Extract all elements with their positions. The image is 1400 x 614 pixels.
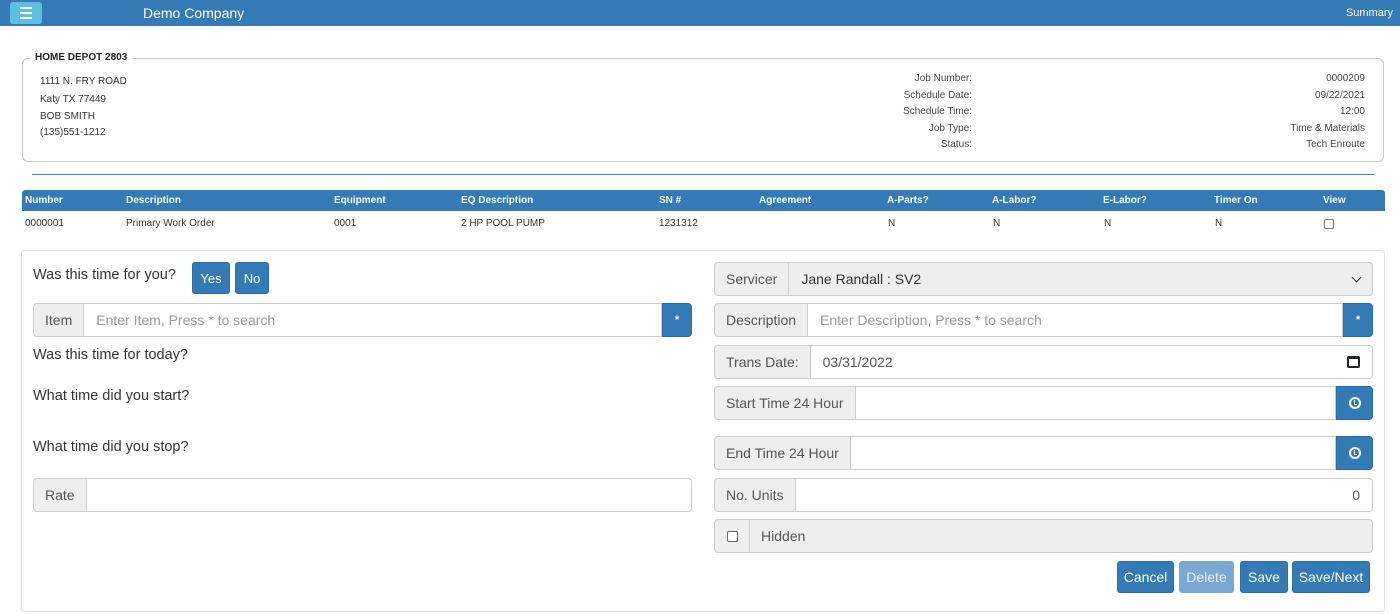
hidden-input-group: Hidden	[714, 519, 1373, 553]
schedule-date-value: 09/22/2021	[1314, 90, 1365, 101]
end-time-input[interactable]	[849, 436, 1336, 470]
row-e-labor: N	[1104, 218, 1112, 229]
servicer-select[interactable]: Jane Randall : SV2	[788, 262, 1373, 296]
units-label: No. Units	[714, 478, 795, 512]
end-time-clock-button[interactable]	[1336, 436, 1373, 470]
row-timer-on: N	[1215, 218, 1223, 229]
no-button[interactable]: No	[235, 262, 269, 294]
customer-contact: BOB SMITH	[40, 111, 96, 122]
description-search-button[interactable]: *	[1343, 303, 1373, 337]
work-order-table-header: Number Description Equipment EQ Descript…	[22, 190, 1385, 211]
start-time-clock-button[interactable]	[1336, 386, 1373, 420]
start-time-input-group: Start Time 24 Hour	[714, 386, 1373, 420]
col-description: Description	[126, 195, 182, 206]
schedule-time-label: Schedule Time:	[903, 106, 972, 117]
end-time-input-group: End Time 24 Hour	[714, 436, 1373, 470]
schedule-time-value: 12:00	[1339, 106, 1365, 117]
hidden-checkbox-addon	[714, 519, 749, 553]
rate-input-group: Rate	[33, 478, 692, 512]
col-sn: SN #	[659, 195, 682, 206]
customer-address-line2: Katy TX 77449	[40, 94, 106, 105]
item-input-group: Item Enter Item, Press * to search *	[33, 303, 692, 337]
col-timer-on: Timer On	[1214, 195, 1258, 206]
col-e-labor: E-Labor?	[1103, 195, 1147, 206]
row-eq-description[interactable]: 2 HP POOL PUMP	[461, 218, 545, 229]
clock-icon	[1348, 397, 1361, 409]
end-time-label: End Time 24 Hour	[714, 436, 850, 470]
trans-date-label: Trans Date:	[714, 345, 810, 379]
top-navbar: Demo Company Summary	[0, 0, 1400, 26]
divider	[32, 174, 1374, 175]
row-sn[interactable]: 1231312	[659, 218, 698, 229]
col-equipment: Equipment	[334, 195, 386, 206]
status-value: Tech Enroute	[1306, 139, 1365, 150]
col-agreement: Agreement	[759, 195, 812, 206]
units-input-group: No. Units 0	[714, 478, 1373, 512]
question-time-for-you: Was this time for you?	[33, 267, 176, 283]
question-start: What time did you start?	[33, 388, 190, 404]
row-equipment[interactable]: 0001	[334, 218, 356, 229]
chevron-down-icon	[1351, 272, 1362, 282]
trans-date-input-group: Trans Date: 03/31/2022	[714, 345, 1373, 379]
cancel-button[interactable]: Cancel	[1117, 561, 1174, 593]
start-time-label: Start Time 24 Hour	[714, 386, 855, 420]
col-a-labor: A-Labor?	[992, 195, 1037, 206]
start-time-input[interactable]	[854, 386, 1336, 420]
col-view: View	[1323, 195, 1346, 206]
question-today: Was this time for today?	[33, 347, 188, 363]
customer-info-box	[22, 58, 1384, 162]
row-description[interactable]: Primary Work Order	[126, 218, 215, 229]
row-a-labor: N	[993, 218, 1001, 229]
servicer-label: Servicer	[714, 262, 789, 296]
units-input[interactable]: 0	[794, 478, 1373, 512]
delete-button[interactable]: Delete	[1179, 561, 1234, 593]
save-button[interactable]: Save	[1240, 561, 1288, 593]
item-input[interactable]: Enter Item, Press * to search	[83, 303, 662, 337]
job-type-value: Time & Materials	[1290, 123, 1365, 134]
description-input[interactable]: Enter Description, Press * to search	[807, 303, 1343, 337]
customer-phone: (135)551-1212	[40, 127, 106, 138]
trans-date-input[interactable]: 03/31/2022	[809, 345, 1373, 379]
hamburger-icon	[20, 7, 32, 9]
save-next-button[interactable]: Save/Next	[1292, 561, 1370, 593]
hamburger-menu-button[interactable]	[10, 2, 42, 24]
row-number[interactable]: 0000001	[25, 218, 64, 229]
col-eq-description: EQ Description	[461, 195, 534, 206]
item-label: Item	[33, 303, 84, 337]
col-a-parts: A-Parts?	[887, 195, 929, 206]
question-stop: What time did you stop?	[33, 439, 189, 455]
servicer-selected: Jane Randall : SV2	[801, 271, 922, 287]
calendar-icon[interactable]	[1347, 356, 1360, 368]
rate-input[interactable]	[85, 478, 692, 512]
company-name[interactable]: Demo Company	[143, 5, 244, 21]
customer-name: HOME DEPOT 2803	[30, 52, 133, 63]
customer-address-line1: 1111 N. FRY ROAD	[40, 76, 127, 87]
hidden-label: Hidden	[749, 519, 1373, 553]
rate-label: Rate	[33, 478, 86, 512]
row-view-checkbox[interactable]	[1324, 219, 1334, 229]
job-type-label: Job Type:	[928, 123, 972, 134]
job-number-value: 0000209	[1326, 73, 1365, 84]
yes-button[interactable]: Yes	[192, 262, 230, 294]
summary-link[interactable]: Summary	[1346, 7, 1393, 19]
row-a-parts: N	[888, 218, 896, 229]
description-input-group: Description Enter Description, Press * t…	[714, 303, 1373, 337]
trans-date-value: 03/31/2022	[822, 354, 893, 370]
schedule-date-label: Schedule Date:	[903, 90, 972, 101]
description-label: Description	[714, 303, 808, 337]
hidden-checkbox[interactable]	[726, 530, 738, 542]
col-number: Number	[25, 195, 63, 206]
item-search-button[interactable]: *	[662, 303, 692, 337]
clock-icon	[1348, 447, 1361, 459]
job-number-label: Job Number:	[914, 73, 972, 84]
servicer-input-group: Servicer Jane Randall : SV2	[714, 262, 1373, 296]
status-label: Status:	[940, 139, 972, 150]
